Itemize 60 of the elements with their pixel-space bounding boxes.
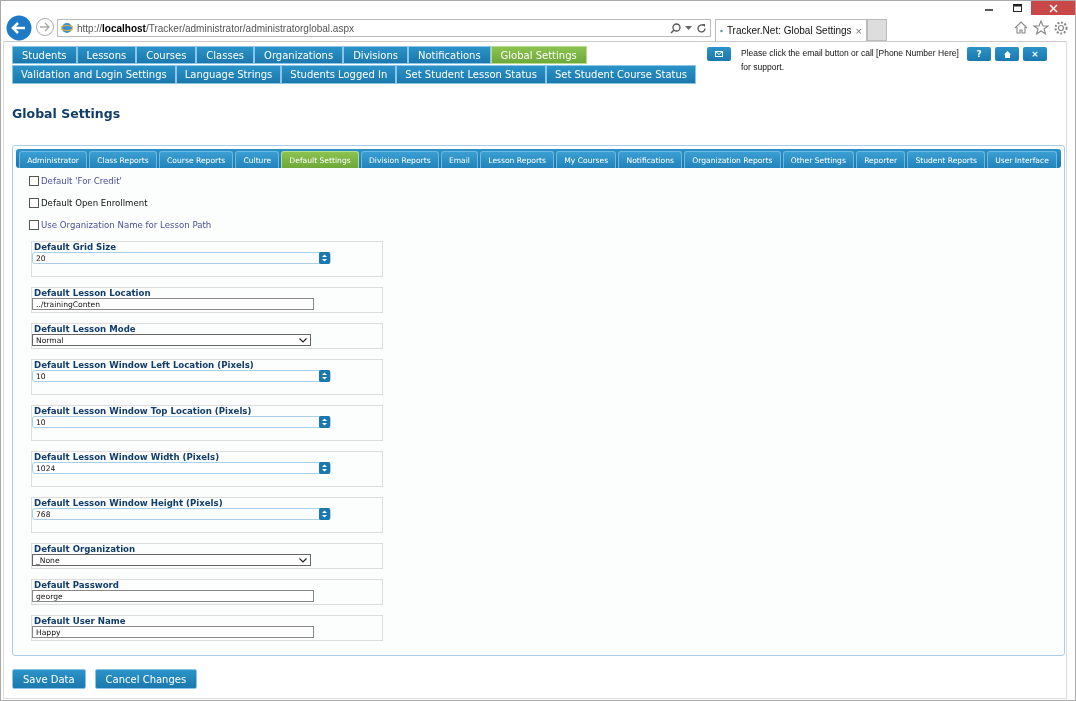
field-label: Default Lesson Location	[34, 288, 153, 298]
spinner-icon[interactable]	[319, 416, 330, 428]
caret-icon[interactable]	[685, 25, 692, 31]
nav-tab[interactable]: Lessons	[76, 46, 137, 64]
search-icon[interactable]	[670, 22, 681, 34]
nav-tab[interactable]: Divisions	[343, 46, 408, 64]
refresh-icon[interactable]	[696, 22, 707, 34]
page-title: Global Settings	[12, 106, 122, 121]
nav-tab[interactable]: Classes	[196, 46, 254, 64]
save-button[interactable]: Save Data	[12, 669, 86, 689]
close-icon[interactable]	[1048, 3, 1058, 13]
home-button[interactable]	[995, 47, 1019, 61]
field-label: Default Grid Size	[34, 242, 118, 252]
settings-icon[interactable]	[1053, 20, 1069, 36]
nav-tab[interactable]: Courses	[136, 46, 197, 64]
tab-close-button[interactable]: ×	[855, 24, 862, 37]
field-label: Default Lesson Window Top Location (Pixels)	[34, 406, 254, 416]
field-label: Default Organization	[34, 544, 138, 554]
nav-tab[interactable]: Validation and Login Settings	[12, 65, 176, 84]
checkbox[interactable]	[29, 175, 39, 186]
spinner-icon[interactable]	[319, 508, 330, 520]
field-label: Default Lesson Window Width (Pixels)	[34, 452, 222, 462]
spinner-icon[interactable]	[319, 462, 330, 474]
home-icon[interactable]	[1013, 20, 1029, 35]
maximize-icon[interactable]	[1012, 4, 1022, 12]
back-icon[interactable]	[6, 15, 32, 41]
checkbox-label: Default 'For Credit'	[41, 175, 122, 186]
home-icon	[1003, 50, 1011, 58]
email-button[interactable]	[707, 47, 731, 61]
spinner-icon[interactable]	[319, 252, 330, 264]
field-label: Default User Name	[34, 616, 128, 626]
support-message: Please click the email button or call [Phone Number Here] for support.	[741, 47, 960, 74]
tab-title: Tracker.Net: Global Settings	[726, 25, 852, 36]
spinner-icon[interactable]	[319, 370, 330, 382]
nav-tab[interactable]: Global Settings	[490, 46, 587, 64]
nav-tab[interactable]: Set Student Lesson Status	[396, 65, 546, 84]
chevron-icon	[299, 337, 307, 343]
address-bar[interactable]: http://localhost/Tracker/administrator/administratorglobal.aspx	[57, 19, 711, 37]
url-text: http://localhost/Tracker/administrator/administratorglobal.aspx	[77, 22, 355, 34]
checkbox-label: Use Organization Name for Lesson Path	[41, 219, 212, 230]
browser-tab[interactable]: Tracker.Net: Global Settings ×	[715, 19, 867, 41]
nav-tab[interactable]: Notifications	[408, 46, 491, 64]
checkbox[interactable]	[29, 197, 39, 208]
help-button[interactable]: ?	[967, 47, 991, 61]
close-button[interactable]: ×	[1023, 47, 1047, 61]
checkbox-label: Default Open Enrollment	[41, 197, 148, 208]
field-label: Default Lesson Window Left Location (Pixels)	[34, 360, 256, 370]
nav-tab[interactable]: Organizations	[254, 46, 344, 64]
nav-tab[interactable]: Language Strings	[175, 65, 282, 84]
field-label: Default Password	[34, 580, 121, 590]
envelope-icon	[715, 51, 723, 57]
field-label: Default Lesson Mode	[34, 324, 138, 334]
nav-tab[interactable]: Set Student Course Status	[545, 65, 696, 84]
cancel-button[interactable]: Cancel Changes	[94, 669, 198, 689]
checkbox[interactable]	[29, 219, 39, 230]
star-icon[interactable]	[1033, 20, 1049, 35]
chevron-icon	[299, 557, 307, 563]
nav-tab[interactable]: Students Logged In	[281, 65, 397, 84]
nav-tab[interactable]: Students	[12, 46, 77, 64]
field-label: Default Lesson Window Height (Pixels)	[34, 498, 225, 508]
